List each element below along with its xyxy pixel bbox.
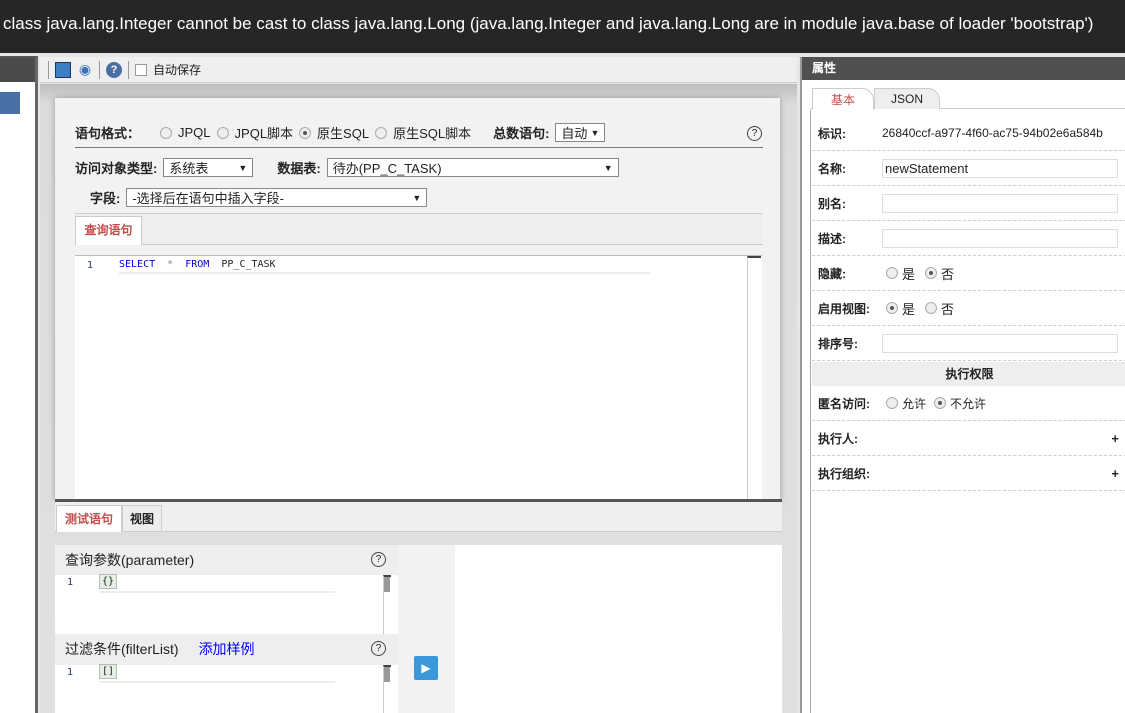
object-type-label: 访问对象类型: — [75, 161, 158, 176]
left-panel — [0, 56, 38, 713]
param-title: 查询参数(parameter) — [65, 552, 195, 568]
param-editor[interactable]: {} — [99, 574, 118, 589]
name-label: 名称: — [818, 161, 846, 176]
tab-basic[interactable]: 基本 — [812, 88, 874, 110]
sql-star: * — [167, 259, 174, 270]
error-message: class java.lang.Integer cannot be cast t… — [3, 14, 1094, 33]
run-button[interactable]: ▶ — [414, 656, 438, 680]
format-radio-jpql-script[interactable] — [216, 126, 229, 139]
object-type-select[interactable]: 系统表 ▼ — [163, 158, 254, 177]
toolbar: ◉ ? 自动保存 — [40, 57, 797, 83]
field-label: 字段: — [90, 191, 121, 206]
name-input[interactable]: newStatement — [882, 158, 1118, 178]
order-label: 排序号: — [818, 336, 858, 351]
executor-label: 执行人: — [818, 431, 858, 446]
sql-table: PP_C_TASK — [221, 259, 276, 270]
properties-title: 属性 — [802, 57, 1125, 80]
anonymous-access-label: 匿名访问: — [818, 396, 870, 411]
tab-query-statement[interactable]: 查询语句 — [75, 216, 142, 245]
alias-label: 别名: — [818, 196, 846, 211]
line-number: 1 — [67, 667, 74, 678]
count-label: 总数语句: — [493, 126, 550, 141]
sql-editor[interactable]: 1 SELECT * FROM PP_C_TASK — [75, 255, 762, 501]
add-executor-button[interactable]: + — [1111, 431, 1119, 446]
enable-view-label: 启用视图: — [818, 301, 870, 316]
filter-title: 过滤条件(filterList) — [65, 641, 179, 657]
play-icon: ▶ — [421, 661, 431, 675]
help-icon[interactable]: ? — [371, 641, 386, 656]
format-radio-native-sql[interactable] — [299, 126, 312, 139]
id-label: 标识: — [818, 126, 846, 141]
result-area — [455, 545, 782, 713]
radio-label: 是 — [902, 301, 916, 317]
line-number: 1 — [87, 260, 94, 271]
enable-view-no-radio[interactable] — [925, 302, 938, 314]
radio-label: 是 — [902, 266, 916, 282]
filter-header: 过滤条件(filterList) 添加样例 — [55, 634, 398, 665]
hidden-no-radio[interactable] — [925, 267, 938, 279]
enable-view-yes-radio[interactable] — [886, 302, 898, 314]
preview-eye-icon[interactable]: ◉ — [77, 61, 93, 78]
tab-test-statement[interactable]: 测试语句 — [56, 505, 122, 532]
format-radio-jpql[interactable] — [160, 126, 173, 139]
save-icon[interactable] — [55, 61, 71, 78]
autosave-label: 自动保存 — [153, 63, 202, 77]
description-input[interactable] — [882, 228, 1118, 248]
format-option: 原生SQL脚本 — [393, 126, 472, 141]
hidden-label: 隐藏: — [818, 266, 846, 281]
editor-scrollbar[interactable] — [747, 256, 761, 501]
alias-input[interactable] — [882, 193, 1118, 213]
help-icon[interactable]: ? — [106, 61, 122, 78]
format-option: JPQL — [178, 125, 211, 140]
radio-label: 允许 — [902, 396, 927, 411]
add-sample-link[interactable]: 添加样例 — [199, 641, 255, 657]
autosave-checkbox[interactable] — [135, 63, 147, 76]
permissions-section-title: 执行权限 — [812, 362, 1125, 386]
format-radio-native-sql-script[interactable] — [375, 126, 388, 139]
add-exec-org-button[interactable]: + — [1111, 466, 1119, 481]
left-panel-item[interactable] — [0, 92, 20, 114]
exec-org-label: 执行组织: — [818, 466, 870, 481]
sql-keyword: SELECT — [119, 259, 156, 270]
field-select[interactable]: -选择后在语句中插入字段- ▼ — [126, 188, 428, 207]
anon-allow-radio[interactable] — [886, 397, 898, 409]
properties-panel: 属性 基本 JSON 标识: 26840ccf-a977-4f60-ac75-94… — [800, 57, 1125, 713]
table-label: 数据表: — [277, 161, 321, 176]
order-input[interactable] — [882, 333, 1118, 353]
help-icon[interactable]: ? — [371, 552, 386, 567]
radio-label: 不允许 — [950, 396, 987, 411]
description-label: 描述: — [818, 231, 846, 246]
radio-label: 否 — [941, 266, 955, 282]
id-value: 26840ccf-a977-4f60-ac75-94b02e6a584b — [882, 126, 1103, 140]
hidden-yes-radio[interactable] — [886, 267, 898, 279]
statement-card: 语句格式： JPQL JPQL脚本 原生SQL 原生SQL脚本 总数语句: 自动… — [55, 98, 780, 501]
format-option: JPQL脚本 — [234, 126, 294, 141]
radio-label: 否 — [941, 301, 955, 317]
anon-deny-radio[interactable] — [934, 397, 947, 409]
filter-editor[interactable]: [] — [99, 664, 118, 679]
param-header: 查询参数(parameter) — [55, 545, 398, 575]
line-number: 1 — [67, 577, 74, 588]
tab-json[interactable]: JSON — [874, 88, 940, 109]
format-option: 原生SQL — [317, 126, 370, 141]
table-select[interactable]: 待办(PP_C_TASK) ▼ — [326, 158, 619, 177]
error-message-bar: class java.lang.Integer cannot be cast t… — [0, 0, 1125, 53]
format-label: 语句格式： — [75, 126, 141, 141]
sql-keyword: FROM — [185, 259, 210, 270]
count-select[interactable]: 自动 ▼ — [555, 123, 606, 142]
help-icon[interactable]: ? — [747, 126, 762, 141]
tab-view[interactable]: 视图 — [122, 505, 162, 532]
